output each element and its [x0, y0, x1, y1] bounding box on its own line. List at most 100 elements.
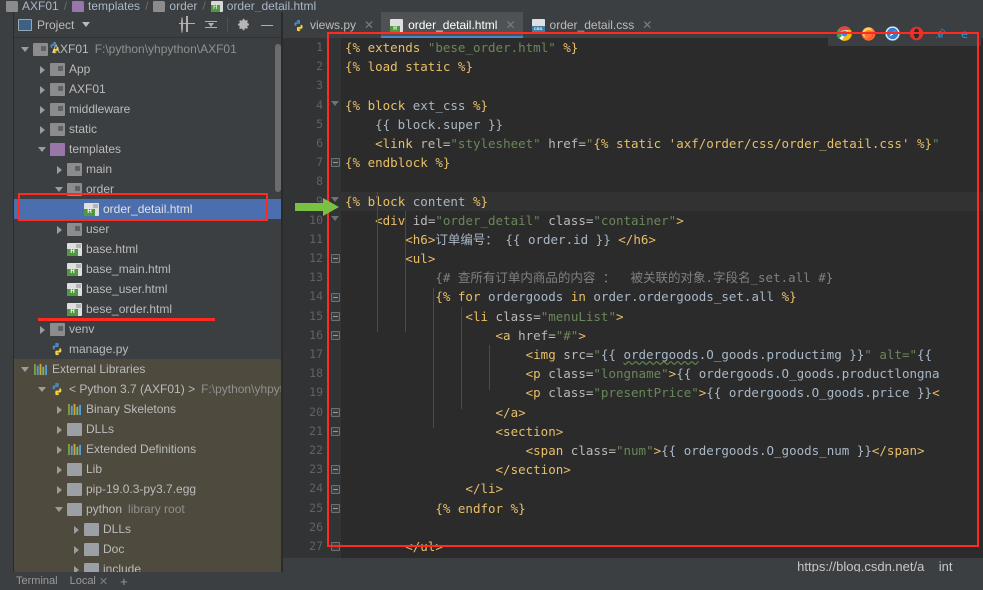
tree-item-base-html[interactable]: base.html	[14, 239, 282, 259]
editor-tab-order_detail-html[interactable]: order_detail.html ✕	[381, 12, 523, 38]
chevron-right-icon[interactable]	[54, 164, 65, 175]
close-icon[interactable]: ✕	[505, 18, 515, 32]
breadcrumb-item-axf01[interactable]: AXF01	[6, 0, 59, 12]
code-line[interactable]: {% block ext_css %}	[341, 96, 983, 115]
chevron-right-icon[interactable]	[54, 464, 65, 475]
tree-item-user[interactable]: user	[14, 219, 282, 239]
chevron-down-icon[interactable]	[20, 364, 31, 375]
opera-icon[interactable]	[909, 26, 924, 41]
code-content[interactable]: {% extends "bese_order.html" %} {% load s…	[341, 38, 983, 558]
code-line[interactable]: </ul>	[341, 537, 983, 556]
fold-toggle-icon[interactable]	[331, 331, 340, 340]
chevron-down-icon[interactable]	[54, 504, 65, 515]
gear-icon[interactable]	[237, 18, 251, 32]
chevron-right-icon[interactable]	[71, 544, 82, 555]
code-line[interactable]: {# 查所有订单内商品的内容 ： 被关联的对象.字段名_set.all #}	[341, 268, 983, 287]
close-icon[interactable]: ✕	[642, 18, 652, 32]
tree-item-doc[interactable]: Doc	[14, 539, 282, 559]
tree-item-extended-definitions[interactable]: Extended Definitions	[14, 439, 282, 459]
chevron-right-icon[interactable]	[37, 124, 48, 135]
code-line[interactable]: <ul>	[341, 249, 983, 268]
tree-item-dlls[interactable]: DLLs	[14, 519, 282, 539]
code-line[interactable]: <a href="#">	[341, 326, 983, 345]
tree-item-axf01[interactable]: AXF01	[14, 79, 282, 99]
chrome-icon[interactable]	[836, 25, 852, 41]
chevron-right-icon[interactable]	[71, 564, 82, 572]
code-line[interactable]: <span class="num">{{ ordergoods.O_goods_…	[341, 441, 983, 460]
project-title[interactable]: Project	[18, 18, 91, 32]
tree-item-static[interactable]: static	[14, 119, 282, 139]
editor-tab-views-py[interactable]: views.py ✕	[283, 12, 381, 38]
code-line[interactable]: <div id="order_detail" class="container"…	[341, 211, 983, 230]
code-line[interactable]: {% for ordergoods in order.ordergoods_se…	[341, 287, 983, 306]
code-line[interactable]: </section>	[341, 460, 983, 479]
tree-item-bese-order-html[interactable]: bese_order.html	[14, 299, 282, 319]
collapse-all-icon[interactable]	[204, 18, 218, 32]
chevron-right-icon[interactable]	[54, 484, 65, 495]
tree-item-pip-19-0-3-py3-7-egg[interactable]: pip-19.0.3-py3.7.egg	[14, 479, 282, 499]
close-icon[interactable]: ✕	[99, 575, 108, 588]
edge-icon[interactable]: e	[957, 26, 972, 41]
left-tool-strip[interactable]	[0, 12, 14, 590]
chevron-right-icon[interactable]	[54, 424, 65, 435]
fold-toggle-icon[interactable]	[331, 407, 340, 417]
code-line[interactable]: <link rel="stylesheet" href="{% static '…	[341, 134, 983, 153]
chevron-right-icon[interactable]	[37, 64, 48, 75]
code-fold-column[interactable]	[329, 38, 341, 558]
fold-toggle-icon[interactable]	[331, 158, 340, 168]
code-editor[interactable]: 1 2 3 4 5 6 7 8 9 10 11 12 13 14 15 16 17 18 19 20 21 22 23 24 2…	[283, 38, 983, 558]
chevron-down-icon[interactable]	[37, 384, 48, 395]
locate-icon[interactable]	[181, 16, 195, 33]
code-line[interactable]: <img src="{{ ordergoods.O_goods.producti…	[341, 345, 983, 364]
chevron-right-icon[interactable]	[37, 84, 48, 95]
tree-item-include[interactable]: include	[14, 559, 282, 572]
fold-toggle-icon[interactable]	[331, 196, 340, 206]
chevron-down-icon[interactable]	[54, 184, 65, 195]
code-line[interactable]: {% load static %}	[341, 57, 983, 76]
fold-toggle-icon[interactable]	[331, 427, 340, 436]
tree-item-manage-py[interactable]: manage.py	[14, 339, 282, 359]
breadcrumb-item-file[interactable]: order_detail.html	[210, 0, 316, 12]
close-icon[interactable]: ✕	[364, 18, 374, 32]
tree-item-main[interactable]: main	[14, 159, 282, 179]
code-line[interactable]: {% endblock %}	[341, 153, 983, 172]
code-line[interactable]	[341, 76, 983, 95]
tree-item-venv[interactable]: venv	[14, 319, 282, 339]
chevron-right-icon[interactable]	[54, 404, 65, 415]
code-line[interactable]: <h6>订单编号： {{ order.id }} </h6>	[341, 230, 983, 249]
chevron-down-icon[interactable]	[37, 144, 48, 155]
tree-item-python-3-7-axf01[interactable]: < Python 3.7 (AXF01) > F:\python\yhpyt	[14, 379, 282, 399]
chevron-right-icon[interactable]	[37, 104, 48, 115]
chevron-right-icon[interactable]	[54, 224, 65, 235]
code-line[interactable]: <p class="longname">{{ ordergoods.O_good…	[341, 364, 983, 383]
tree-item-python[interactable]: python library root	[14, 499, 282, 519]
code-line[interactable]	[341, 172, 983, 191]
code-line[interactable]: <li class="menuList">	[341, 307, 983, 326]
tree-item-lib[interactable]: Lib	[14, 459, 282, 479]
tree-item-app[interactable]: App	[14, 59, 282, 79]
chevron-down-icon[interactable]	[82, 22, 91, 27]
fold-toggle-icon[interactable]	[331, 215, 340, 225]
breadcrumb-item-order[interactable]: order	[153, 0, 197, 12]
fold-toggle-icon[interactable]	[331, 465, 340, 475]
tree-item-order[interactable]: order	[14, 179, 282, 199]
code-line[interactable]: </li>	[341, 479, 983, 498]
add-terminal-button[interactable]: +	[120, 574, 128, 589]
tree-item-base-main-html[interactable]: base_main.html	[14, 259, 282, 279]
tree-item-external-libraries[interactable]: External Libraries	[14, 359, 282, 379]
firefox-icon[interactable]	[861, 26, 876, 41]
fold-toggle-icon[interactable]	[331, 311, 340, 321]
code-line[interactable]: {% block content %}	[341, 191, 983, 211]
code-line[interactable]: <section>	[341, 422, 983, 441]
chevron-right-icon[interactable]	[37, 324, 48, 335]
safari-icon[interactable]	[885, 25, 900, 41]
internet-explorer-icon[interactable]: e	[933, 26, 948, 41]
tree-item-templates[interactable]: templates	[14, 139, 282, 159]
tree-item-order-detail-html[interactable]: order_detail.html	[14, 199, 282, 219]
fold-toggle-icon[interactable]	[331, 542, 340, 552]
tree-item-dlls[interactable]: DLLs	[14, 419, 282, 439]
status-bar-item-local[interactable]: Local ✕	[70, 575, 109, 588]
tree-item-middleware[interactable]: middleware	[14, 99, 282, 119]
breadcrumb-item-templates[interactable]: templates	[72, 0, 140, 12]
code-line[interactable]: </a>	[341, 403, 983, 422]
